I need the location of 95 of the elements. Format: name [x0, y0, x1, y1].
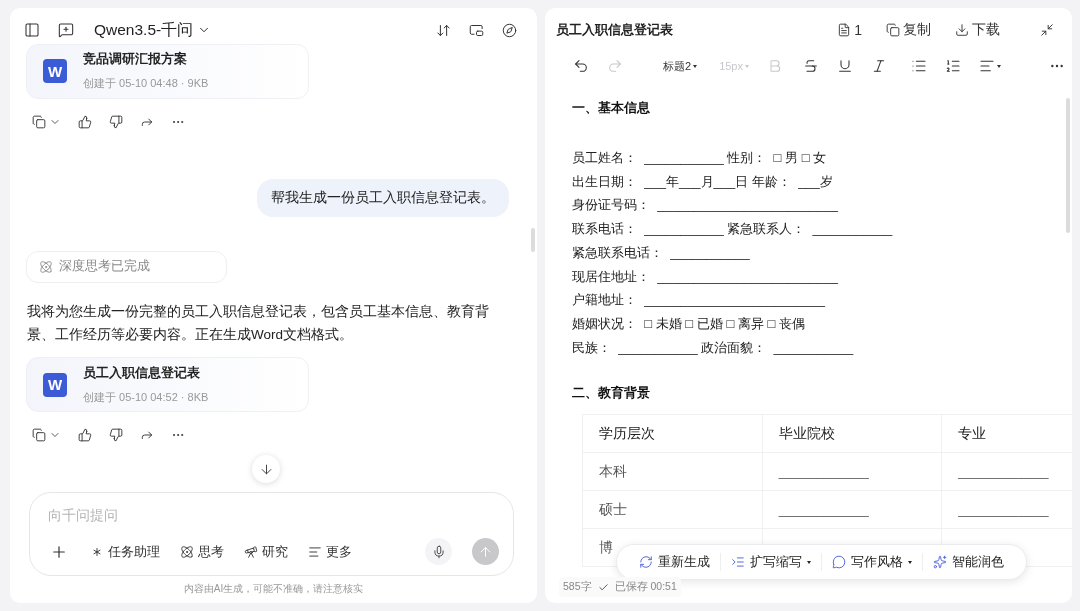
caret-icon — [807, 560, 811, 564]
check-icon — [597, 581, 609, 593]
document-icon — [837, 23, 852, 37]
atom-icon — [39, 260, 53, 274]
file-meta: 创建于 05-10 04:48 · 9KB — [83, 76, 209, 92]
file-card[interactable]: W 员工入职信息登记表 创建于 05-10 04:52 · 8KB — [26, 357, 309, 412]
redo-icon — [607, 58, 623, 74]
compass-icon — [502, 22, 517, 38]
save-status: 已保存 00:51 — [614, 580, 677, 594]
dislike-button[interactable] — [107, 426, 125, 444]
underline-icon — [837, 58, 853, 74]
voice-button[interactable] — [425, 538, 452, 565]
action-icon — [639, 555, 653, 569]
tool-button[interactable]: 研究 — [244, 542, 288, 561]
file-title: 竞品调研汇报方案 — [83, 51, 188, 69]
user-message: 帮我生成一份员工入职信息登记表。 — [257, 178, 509, 217]
table-header: 学历层次 — [582, 414, 763, 453]
model-selector[interactable]: Qwen3.5-千问 — [94, 19, 212, 41]
file-card[interactable]: W 竞品调研汇报方案 创建于 05-10 04:48 · 9KB — [26, 44, 309, 99]
table-cell: 硕士 — [582, 490, 763, 529]
caret-icon — [908, 560, 912, 564]
collapse-button[interactable] — [1038, 21, 1056, 39]
table-header: 毕业院校 — [762, 414, 942, 453]
copy-icon — [32, 428, 46, 442]
thumbs-down-icon — [109, 114, 123, 129]
action-icon — [832, 555, 846, 569]
ai-action-button[interactable]: 扩写缩写 — [720, 553, 821, 571]
section-heading: 二、教育背景 — [572, 385, 651, 403]
page-count-button[interactable]: 1 — [835, 20, 864, 40]
scrollbar-thumb[interactable] — [1066, 98, 1070, 233]
ai-action-button[interactable]: 智能润色 — [922, 553, 1014, 571]
table-cell: ____________ — [762, 452, 942, 491]
form-line: 现居住地址： _________________________ — [572, 267, 839, 286]
microphone-icon — [431, 544, 446, 559]
form-line: 出生日期： ___年___月___日 年龄： ___岁 — [572, 172, 834, 191]
form-line: 民族： ___________ 政治面貌： ___________ — [572, 338, 855, 357]
section-heading: 一、基本信息 — [572, 100, 651, 117]
table-header: 专业 — [941, 414, 1072, 453]
table-cell: 本科 — [582, 452, 763, 491]
tool-button[interactable]: 更多 — [308, 542, 352, 561]
download-button[interactable]: 下载 — [953, 19, 1002, 41]
caret-icon — [997, 64, 1001, 68]
file-title: 员工入职信息登记表 — [83, 364, 201, 382]
form-line: 户籍地址： _________________________ — [572, 291, 826, 310]
form-line: 紧急联系电话： ___________ — [572, 243, 751, 262]
collapse-icon — [1040, 23, 1054, 37]
assistant-message: 我将为您生成一份完整的员工入职信息登记表，包含员工基本信息、教育背景、工作经历等必要内容。正在生成Word文档格式。 — [26, 303, 490, 345]
bold-icon — [767, 58, 783, 74]
undo-icon — [573, 58, 589, 74]
numbers-icon — [945, 58, 961, 74]
italic-icon — [871, 58, 887, 74]
arrows-icon — [436, 22, 451, 38]
form-line: 婚姻状况： □ 未婚 □ 已婚 □ 离异 □ 丧偶 — [572, 314, 806, 333]
action-icon — [933, 555, 947, 569]
sidebar-toggle-button[interactable] — [22, 20, 42, 40]
tool-button[interactable]: 思考 — [180, 542, 224, 561]
table-cell: ____________ — [762, 490, 942, 529]
new-chat-icon — [58, 22, 74, 38]
form-line: 身份证号码： _________________________ — [572, 196, 839, 215]
ai-action-button[interactable]: 写作风格 — [821, 553, 922, 571]
form-line: 员工姓名： ___________ 性别： □ 男 □ 女 — [572, 149, 828, 167]
download-icon — [955, 23, 969, 37]
copy-icon — [886, 23, 900, 37]
thinking-status[interactable]: 深度思考已完成 — [26, 250, 227, 284]
window-icon — [469, 22, 484, 38]
sidebar-icon — [24, 22, 40, 38]
share-icon — [140, 428, 154, 442]
file-meta: 创建于 05-10 04:52 · 8KB — [83, 389, 209, 405]
thinking-label: 深度思考已完成 — [59, 258, 150, 276]
arrow-down-icon — [258, 461, 274, 477]
tool-icon — [180, 544, 194, 559]
document-title: 员工入职信息登记表 — [556, 21, 673, 39]
like-button[interactable] — [76, 426, 94, 444]
copy-button[interactable]: 复制 — [884, 19, 933, 41]
action-icon — [731, 555, 745, 569]
bullets-icon — [911, 58, 927, 74]
new-chat-button[interactable] — [56, 20, 76, 40]
tool-button[interactable]: 任务助理 — [90, 542, 160, 561]
caret-icon — [693, 64, 698, 68]
strike-icon — [803, 58, 819, 74]
form-line: 联系电话： ___________ 紧急联系人： ___________ — [572, 220, 894, 239]
thumbs-up-icon — [78, 114, 92, 129]
caret-icon — [745, 64, 749, 68]
tool-icon — [244, 544, 258, 559]
copy-icon — [32, 114, 46, 129]
heading-dropdown[interactable]: 标题2 — [659, 58, 702, 74]
align-icon — [979, 58, 995, 74]
thumbs-up-icon — [78, 428, 92, 442]
disclaimer: 内容由AI生成，可能不准确，请注意核实 — [182, 582, 365, 596]
word-count: 585字 — [563, 580, 592, 594]
thumbs-down-icon — [109, 428, 123, 442]
tool-icon — [308, 544, 322, 559]
scrollbar-thumb[interactable] — [531, 228, 535, 252]
word-file-icon: W — [43, 372, 67, 397]
word-file-icon: W — [43, 59, 67, 84]
